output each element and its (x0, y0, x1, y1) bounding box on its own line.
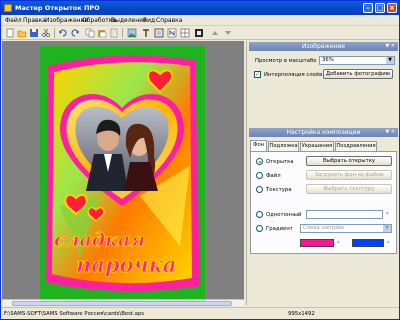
choose-card-button[interactable]: Выбрать открытку (306, 156, 392, 166)
image-icon[interactable] (127, 28, 137, 38)
gradient-direction-select[interactable]: Слева направо ▼ (300, 224, 392, 233)
tab-content-background: Открытка Выбрать открытку Файл Загрузить… (250, 151, 397, 254)
color-picker-icon[interactable]: ▾ (337, 240, 340, 246)
radio-file-label: Файл (266, 173, 281, 179)
text-icon[interactable] (141, 28, 151, 38)
copy-icon[interactable] (85, 28, 95, 38)
cut-icon[interactable] (41, 28, 51, 38)
add-photo-button[interactable]: Добавить фотографию (323, 69, 393, 79)
status-bar: F:\SAMS-SOFT\SAMS Software Россия\cards\… (1, 307, 399, 319)
down-icon[interactable] (223, 28, 233, 38)
interpolation-checkbox[interactable]: ✓ (254, 71, 261, 78)
radio-card-label: Открытка (266, 159, 294, 165)
scrollbar-thumb[interactable] (12, 301, 232, 306)
maximize-button[interactable]: □ (375, 3, 385, 13)
load-background-button[interactable]: Загрузить фон из файла (306, 170, 392, 180)
effects-icon[interactable] (194, 28, 204, 38)
canvas-area[interactable]: сладкая парочка (2, 41, 244, 305)
radio-card[interactable] (256, 158, 263, 165)
redo-icon[interactable] (70, 28, 80, 38)
solid-color-field[interactable] (306, 210, 383, 219)
frame-icon[interactable] (154, 28, 164, 38)
zoom-value: 36% (322, 57, 334, 63)
radio-file[interactable] (256, 172, 263, 179)
window-title: Мастер Открыток ПРО (15, 4, 100, 12)
card-text-line1: сладкая (54, 229, 145, 251)
save-icon[interactable] (29, 28, 39, 38)
gradient-color-start[interactable] (300, 239, 334, 247)
title-bar[interactable]: Мастер Открыток ПРО – □ × (1, 1, 399, 15)
toolbar-separator (122, 28, 123, 38)
close-button[interactable]: × (387, 3, 397, 13)
gradient-color-end[interactable] (352, 239, 384, 247)
app-window: Мастер Открыток ПРО – □ × Файл Правка Из… (0, 0, 400, 320)
open-icon[interactable] (17, 28, 27, 38)
menu-edit[interactable]: Правка (23, 17, 46, 24)
zoom-label: Просмотр в масштабе (255, 58, 317, 64)
collapse-icon[interactable]: ▼ ✕ (385, 128, 395, 137)
layers-icon[interactable] (167, 28, 177, 38)
horizontal-scrollbar[interactable] (2, 299, 244, 306)
color-picker-icon[interactable]: ▾ (386, 211, 389, 217)
radio-solid-label: Однотонный (266, 212, 302, 218)
radio-gradient[interactable] (256, 225, 263, 232)
app-icon (4, 4, 12, 12)
postcard-preview[interactable]: сладкая парочка (40, 46, 205, 300)
composition-section-title: Настройка композиции (286, 129, 361, 136)
zoom-select[interactable]: 36% ▼ (319, 56, 395, 65)
color-picker-icon[interactable]: ▾ (387, 240, 390, 246)
properties-panel: Изображение ▼ ✕ Просмотр в масштабе 36% … (246, 41, 399, 305)
toolbar (1, 26, 399, 40)
image-section-header[interactable]: Изображение ▼ ✕ (249, 42, 398, 51)
tab-decorations[interactable]: Украшения (300, 141, 334, 151)
tab-underlay[interactable]: Подложка (268, 141, 299, 151)
status-image-size: 995x1492 (288, 311, 315, 317)
card-text-line2: парочка (76, 252, 176, 277)
status-file-path: F:\SAMS-SOFT\SAMS Software Россия\cards\… (4, 311, 144, 317)
radio-texture-label: Текстура (266, 187, 292, 193)
chevron-down-icon[interactable]: ▼ (383, 225, 391, 232)
radio-texture[interactable] (256, 186, 263, 193)
toolbar-separator (54, 28, 55, 38)
menu-select[interactable]: Выделение (111, 17, 147, 24)
tab-greetings[interactable]: Поздравления (335, 141, 377, 151)
tab-background[interactable]: Фон (250, 140, 267, 151)
undo-icon[interactable] (58, 28, 68, 38)
up-icon[interactable] (210, 28, 220, 38)
new-icon[interactable] (5, 28, 15, 38)
interpolation-label: Интерполяция слоёв (264, 72, 323, 78)
image-section-title: Изображение (301, 43, 346, 50)
menu-file[interactable]: Файл (5, 17, 22, 24)
menu-view[interactable]: Вид (143, 17, 155, 24)
menu-bar: Файл Правка Изображение Обработка Выделе… (1, 15, 399, 26)
grid-icon[interactable] (180, 28, 190, 38)
radio-gradient-label: Градиент (266, 226, 293, 232)
composition-section-header[interactable]: Настройка композиции ▼ ✕ (249, 128, 398, 137)
radio-solid[interactable] (256, 211, 263, 218)
composition-tabs: Фон Подложка Украшения Поздравления (250, 140, 397, 151)
minimize-button[interactable]: – (363, 3, 373, 13)
gradient-direction-value: Слева направо (303, 225, 345, 231)
choose-texture-button[interactable]: Выбрать текстуру (306, 184, 392, 194)
menu-help[interactable]: Справка (156, 17, 182, 24)
paste-icon[interactable] (97, 28, 107, 38)
delete-icon[interactable] (109, 28, 119, 38)
collapse-icon[interactable]: ▼ ✕ (385, 42, 395, 51)
chevron-down-icon[interactable]: ▼ (386, 57, 394, 64)
